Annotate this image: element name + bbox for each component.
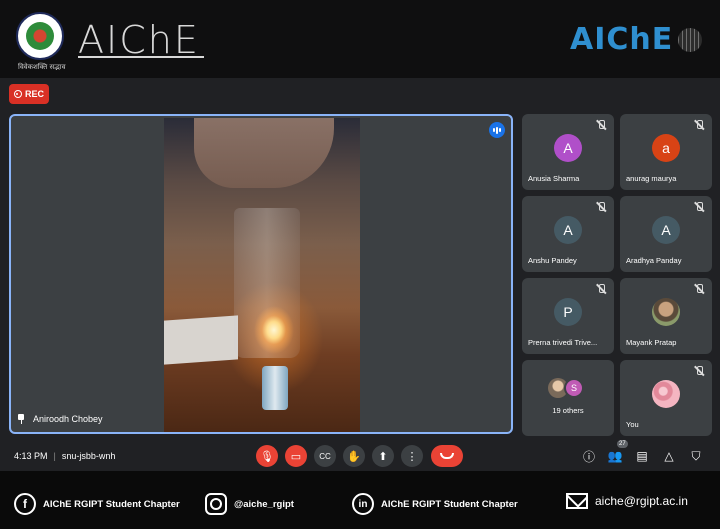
mic-off-icon bbox=[596, 284, 606, 294]
others-tile[interactable]: S 19 others bbox=[522, 360, 614, 436]
main-speaker-tile[interactable]: Aniroodh Chobey bbox=[9, 114, 513, 434]
participant-tile[interactable]: P Prerna trivedi Trive... bbox=[522, 278, 614, 354]
avatar-photo bbox=[652, 298, 680, 326]
participant-tile[interactable]: a anurag maurya bbox=[620, 114, 712, 190]
captions-button[interactable]: CC bbox=[314, 445, 336, 467]
speaker-video bbox=[164, 118, 360, 432]
meeting-info-icon[interactable]: ⓘ bbox=[581, 448, 597, 464]
facebook-icon: f bbox=[14, 493, 36, 515]
more-options-button[interactable]: ⋮ bbox=[401, 445, 423, 467]
rgipt-logo bbox=[16, 12, 64, 60]
mic-off-icon: 🎙 bbox=[260, 450, 274, 463]
facebook-label: AIChE RGIPT Student Chapter bbox=[43, 498, 180, 510]
record-icon bbox=[13, 90, 22, 98]
participant-name: Anshu Pandey bbox=[528, 256, 577, 265]
participant-tile[interactable]: Mayank Pratap bbox=[620, 278, 712, 354]
people-count-badge: 27 bbox=[617, 440, 628, 448]
mic-off-icon bbox=[596, 202, 606, 212]
mic-off-icon bbox=[694, 284, 704, 294]
people-icon[interactable]: 👥 bbox=[607, 448, 623, 464]
email-link[interactable]: aiche@rgipt.ac.in bbox=[566, 493, 688, 509]
more-vert-icon: ⋮ bbox=[406, 450, 418, 463]
participant-tile[interactable]: A Anshu Pandey bbox=[522, 196, 614, 272]
avatar: A bbox=[554, 134, 582, 162]
mic-toggle-button[interactable]: 🎙 bbox=[256, 445, 278, 467]
linkedin-icon: in bbox=[352, 493, 374, 515]
meeting-code: snu-jsbb-wnh bbox=[61, 451, 116, 461]
facebook-link[interactable]: f AIChE RGIPT Student Chapter bbox=[14, 493, 180, 515]
globe-icon bbox=[678, 28, 702, 52]
avatar-photo bbox=[652, 380, 680, 408]
hand-icon: ✋ bbox=[347, 450, 361, 463]
participant-tile[interactable]: A Aradhya Panday bbox=[620, 196, 712, 272]
present-button[interactable]: ⬆ bbox=[372, 445, 394, 467]
leave-call-button[interactable] bbox=[431, 445, 463, 467]
meeting-details: 4:13 PM | snu-jsbb-wnh bbox=[14, 451, 116, 461]
aiche-logo-right: AIChE bbox=[570, 22, 674, 57]
others-count-label: 19 others bbox=[552, 406, 584, 415]
participant-name: Prerna trivedi Trive... bbox=[528, 338, 598, 347]
captions-icon: CC bbox=[319, 451, 331, 461]
hangup-icon bbox=[440, 453, 454, 459]
present-icon: ⬆ bbox=[378, 450, 388, 463]
instagram-label: @aiche_rgipt bbox=[234, 498, 294, 510]
header-banner: विवेकशक्ति सद्भाव AIChE AIChE bbox=[0, 0, 720, 78]
mic-off-icon bbox=[596, 120, 606, 130]
participant-name: Anusia Sharma bbox=[528, 174, 580, 183]
mic-off-icon bbox=[694, 366, 704, 376]
self-tile[interactable]: You bbox=[620, 360, 712, 436]
participant-name: anurag maurya bbox=[626, 174, 677, 183]
mic-off-icon bbox=[694, 120, 704, 130]
avatar: A bbox=[652, 216, 680, 244]
mail-icon bbox=[566, 493, 588, 509]
camera-toggle-button[interactable]: ▭ bbox=[285, 445, 307, 467]
raise-hand-button[interactable]: ✋ bbox=[343, 445, 365, 467]
email-label: aiche@rgipt.ac.in bbox=[595, 494, 688, 508]
participant-tile[interactable]: A Anusia Sharma bbox=[522, 114, 614, 190]
aiche-logo-left: AIChE bbox=[78, 18, 204, 62]
meeting-time: 4:13 PM bbox=[14, 451, 48, 461]
avatar: a bbox=[652, 134, 680, 162]
recording-badge[interactable]: REC bbox=[9, 84, 49, 104]
speaking-indicator-icon bbox=[489, 122, 505, 138]
activities-icon[interactable]: △ bbox=[661, 448, 677, 464]
participant-name: Aradhya Panday bbox=[626, 256, 682, 265]
avatar: P bbox=[554, 298, 582, 326]
instagram-icon bbox=[205, 493, 227, 515]
logo-tagline: विवेकशक्ति सद्भाव bbox=[18, 63, 66, 71]
main-speaker-name: Aniroodh Chobey bbox=[33, 414, 103, 424]
linkedin-label: AIChE RGIPT Student Chapter bbox=[381, 498, 518, 510]
avatar: A bbox=[554, 216, 582, 244]
pin-icon[interactable] bbox=[17, 414, 25, 424]
linkedin-link[interactable]: in AIChE RGIPT Student Chapter bbox=[352, 493, 518, 515]
recording-label: REC bbox=[24, 89, 44, 99]
participant-name: Mayank Pratap bbox=[626, 338, 677, 347]
main-speaker-label: Aniroodh Chobey bbox=[17, 414, 103, 424]
others-avatars: S bbox=[548, 378, 590, 398]
mic-off-icon bbox=[694, 202, 704, 212]
self-name: You bbox=[626, 420, 639, 429]
camera-off-icon: ▭ bbox=[290, 450, 302, 463]
chat-icon[interactable]: ▤ bbox=[634, 448, 650, 464]
avatar: S bbox=[564, 378, 584, 398]
instagram-link[interactable]: @aiche_rgipt bbox=[205, 493, 294, 515]
host-controls-icon[interactable]: ⛉ bbox=[688, 448, 704, 464]
